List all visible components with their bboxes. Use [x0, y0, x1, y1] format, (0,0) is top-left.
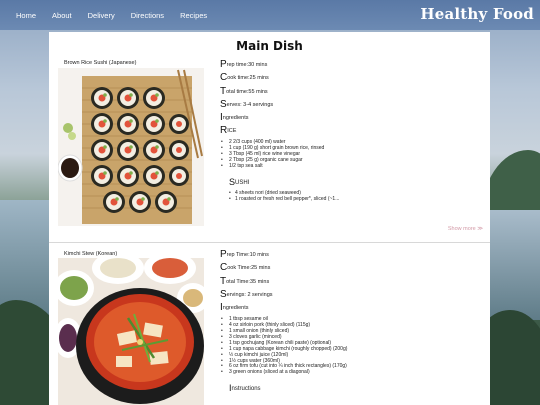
sushi-text: USHI: [235, 179, 250, 186]
sushi-heading: SUSHI: [220, 177, 485, 187]
ingredients-text: ngredients: [222, 115, 249, 122]
page-title: Main Dish: [236, 39, 303, 53]
main-content-panel: Main Dish Brown Rice Sushi (Japanese) Pr…: [49, 32, 490, 405]
cook-time-text: ook Time:25 mins: [227, 265, 271, 272]
ingredients-heading: Ingredients: [220, 111, 485, 124]
servings: Serves: 3-4 servings: [220, 98, 485, 111]
servings-initial: S: [220, 98, 227, 110]
rice-text: ICE: [227, 128, 237, 135]
nav-link-home[interactable]: Home: [16, 11, 36, 20]
recipe-name: Kimchi Stew (Korean): [64, 251, 118, 257]
servings-text: erves: 3-4 servings: [226, 101, 274, 108]
recipe-name: Brown Rice Sushi (Japanese): [64, 60, 137, 66]
list-item: 1/2 tsp sea salt: [220, 163, 485, 170]
cook-time: Cook time:25 mins: [220, 71, 485, 84]
site-logo[interactable]: Healthy Food: [420, 5, 534, 23]
instructions-heading: Instructions: [220, 383, 485, 393]
rice-ingredient-list: 2 2/3 cups (400 ml) water 1 cup (190 g) …: [220, 139, 485, 170]
prep-time: Prep time:30 mins: [220, 58, 485, 71]
servings: Servings: 2 servings: [220, 288, 485, 301]
background-lake-right: [490, 210, 540, 320]
instructions-text: nstructions: [231, 386, 261, 393]
list-item: 1 roasted or fresh red bell pepper*, sli…: [229, 196, 485, 202]
total-time: Total time:55 mins: [220, 85, 485, 98]
servings-text: ervings: 2 servings: [226, 291, 273, 298]
nav-link-about[interactable]: About: [52, 11, 72, 20]
prep-time: Prep Time:10 mins: [220, 248, 485, 261]
show-more-link[interactable]: Show more ≫: [448, 226, 483, 232]
nav-link-delivery[interactable]: Delivery: [88, 11, 115, 20]
sushi-ingredient-list: 4 sheets nori (dried seaweed) 1 roasted …: [220, 190, 485, 202]
nav-link-directions[interactable]: Directions: [131, 11, 164, 20]
list-item: 3 green onions (sliced at a diagonal): [220, 369, 485, 376]
nav-links: Home About Delivery Directions Recipes: [0, 11, 223, 20]
cook-time-text: ook time:25 mins: [227, 75, 269, 82]
ingredients-heading: Ingredients: [220, 301, 485, 314]
recipe-details: Prep time:30 mins Cook time:25 mins Tota…: [220, 58, 485, 202]
recipe-card-sushi: Brown Rice Sushi (Japanese) Prep time:30…: [49, 54, 490, 254]
top-navbar: Home About Delivery Directions Recipes H…: [0, 0, 540, 30]
nav-link-recipes[interactable]: Recipes: [180, 11, 207, 20]
sushi-photo: [58, 68, 204, 226]
kimchi-stew-photo: [58, 258, 204, 405]
recipe-details: Prep Time:10 mins Cook Time:25 mins Tota…: [220, 248, 485, 393]
total-time-text: otal Time:35 mins: [226, 278, 270, 285]
cook-time: Cook Time:25 mins: [220, 261, 485, 274]
recipe-card-kimchi-stew: Kimchi Stew (Korean) Prep Time:10 mins C…: [49, 242, 490, 405]
rice-heading: RICE: [220, 124, 485, 137]
ingredients-text: ngredients: [222, 305, 249, 312]
total-time-text: otal time:55 mins: [226, 88, 268, 95]
prep-time-text: rep Time:10 mins: [226, 252, 269, 258]
servings-initial: S: [220, 288, 227, 300]
prep-time-text: rep time:30 mins: [226, 62, 268, 68]
total-time: Total Time:35 mins: [220, 275, 485, 288]
stew-ingredient-list: 1 tbsp sesame oil 4 oz sirloin pork (thi…: [220, 316, 485, 376]
prep-time-initial: P: [220, 59, 227, 70]
prep-time-initial: P: [220, 249, 227, 260]
